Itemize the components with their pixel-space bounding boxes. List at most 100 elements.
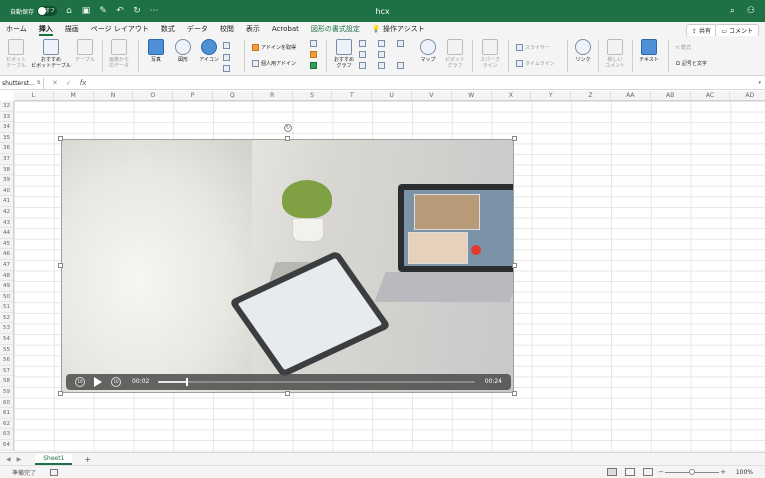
resize-handle[interactable]: [58, 263, 63, 268]
table-button[interactable]: テーブル: [74, 39, 96, 63]
column-header[interactable]: T: [332, 91, 373, 100]
resize-handle[interactable]: [285, 391, 290, 396]
page-layout-view-icon[interactable]: [625, 468, 635, 476]
screenshot-button[interactable]: [223, 65, 230, 72]
3d-model-button[interactable]: [223, 42, 230, 49]
row-header[interactable]: 41: [0, 196, 13, 207]
row-header[interactable]: 58: [0, 376, 13, 388]
skip-back-icon[interactable]: 10: [75, 377, 85, 387]
row-header[interactable]: 44: [0, 228, 13, 239]
normal-view-icon[interactable]: [607, 468, 617, 476]
column-header[interactable]: U: [372, 91, 412, 100]
function-icon[interactable]: fx: [80, 79, 87, 87]
shapes-button[interactable]: 図形: [172, 39, 194, 63]
my-addins-button[interactable]: 個人用アドイン: [252, 60, 296, 67]
row-header[interactable]: 36: [0, 143, 13, 154]
row-header[interactable]: 54: [0, 334, 13, 345]
column-header[interactable]: O: [133, 91, 174, 100]
formula-input[interactable]: [86, 78, 765, 89]
column-chart-button[interactable]: [359, 40, 366, 47]
scatter-chart-button[interactable]: [378, 62, 385, 69]
symbol-button[interactable]: Ω 記号と文字: [676, 60, 707, 68]
zoom-track[interactable]: [665, 468, 719, 475]
zoom-out-icon[interactable]: −: [657, 468, 665, 476]
hierarchy-chart-button[interactable]: [378, 51, 385, 58]
seek-thumb[interactable]: [185, 378, 188, 386]
resize-handle[interactable]: [512, 263, 517, 268]
row-header[interactable]: 64: [0, 440, 13, 451]
resize-handle[interactable]: [58, 391, 63, 396]
row-header[interactable]: 47: [0, 260, 13, 271]
row-header[interactable]: 55: [0, 345, 13, 356]
play-icon[interactable]: [94, 377, 102, 387]
new-comment-button[interactable]: 新しい コメント: [603, 39, 627, 69]
row-header[interactable]: 59: [0, 387, 13, 398]
column-header[interactable]: Y: [531, 91, 572, 100]
row-header[interactable]: 60: [0, 398, 13, 409]
row-header[interactable]: 40: [0, 186, 13, 197]
pictures-button[interactable]: 写真: [145, 39, 167, 63]
column-header[interactable]: S: [293, 91, 333, 100]
row-header[interactable]: 39: [0, 175, 13, 186]
sheet-tab[interactable]: Sheet1: [35, 453, 73, 465]
tab-formulas[interactable]: 数式: [161, 22, 175, 36]
zoom-level[interactable]: 100%: [736, 469, 753, 476]
row-header[interactable]: 46: [0, 249, 13, 260]
sparklines-button[interactable]: スパーク ライン: [477, 39, 503, 69]
tab-review[interactable]: 校閲: [220, 22, 234, 36]
text-button[interactable]: テキスト: [637, 39, 661, 63]
tab-page-layout[interactable]: ページ レイアウト: [91, 22, 149, 36]
icons-button[interactable]: アイコン: [197, 39, 221, 63]
tell-me[interactable]: 💡 操作アシスト: [372, 22, 425, 36]
row-header[interactable]: 61: [0, 408, 13, 419]
edit-icon[interactable]: ✎: [98, 6, 108, 16]
row-header[interactable]: 50: [0, 292, 13, 303]
column-header[interactable]: Q: [213, 91, 253, 100]
home-icon[interactable]: ⌂: [64, 6, 74, 16]
row-header[interactable]: 53: [0, 323, 13, 335]
next-sheet-icon[interactable]: ▶: [17, 456, 22, 463]
tab-acrobat[interactable]: Acrobat: [272, 22, 299, 36]
column-header[interactable]: M: [54, 91, 94, 100]
get-addins-button[interactable]: アドインを取得: [252, 44, 296, 51]
resize-handle[interactable]: [58, 136, 63, 141]
prev-sheet-icon[interactable]: ◀: [6, 456, 11, 463]
link-button[interactable]: リンク: [572, 39, 594, 63]
slicer-button[interactable]: スライサー: [516, 44, 550, 51]
column-header[interactable]: AD: [730, 91, 765, 100]
pivot-chart-button[interactable]: ピボット グラフ: [442, 39, 468, 69]
resize-handle[interactable]: [512, 136, 517, 141]
recommended-pivot-button[interactable]: おすすめ ピボットテーブル: [30, 39, 72, 69]
tab-draw[interactable]: 描画: [65, 22, 79, 36]
column-header[interactable]: N: [94, 91, 134, 100]
expand-formula-icon[interactable]: ▾: [758, 80, 761, 86]
zoom-knob[interactable]: [689, 468, 695, 475]
row-header[interactable]: 49: [0, 281, 13, 292]
seek-bar[interactable]: [158, 378, 475, 386]
combo-chart-button[interactable]: [397, 62, 404, 69]
equation-button[interactable]: π 数式: [676, 44, 691, 52]
add-sheet-icon[interactable]: +: [84, 455, 91, 464]
save-icon[interactable]: ▣: [81, 6, 91, 16]
cancel-icon[interactable]: ✕: [52, 79, 58, 87]
excel-addin-button[interactable]: [310, 62, 317, 69]
visio-button[interactable]: [310, 51, 317, 58]
undo-icon[interactable]: ↶: [115, 6, 125, 16]
maps-button[interactable]: マップ: [417, 39, 439, 63]
column-header[interactable]: W: [452, 91, 492, 100]
row-header[interactable]: 45: [0, 239, 13, 250]
row-header[interactable]: 63: [0, 429, 13, 440]
row-header[interactable]: 48: [0, 271, 13, 282]
autosave-toggle[interactable]: オフ: [37, 6, 58, 16]
row-header[interactable]: 42: [0, 207, 13, 218]
column-header[interactable]: AA: [611, 91, 651, 100]
row-header[interactable]: 51: [0, 302, 13, 313]
column-header[interactable]: P: [173, 91, 213, 100]
row-header[interactable]: 43: [0, 218, 13, 229]
stepper-icon[interactable]: ⇅: [37, 78, 41, 89]
timeline-button[interactable]: タイムライン: [516, 60, 555, 67]
pivot-table-button[interactable]: ピボット テーブル: [4, 39, 28, 69]
zoom-slider[interactable]: − +: [657, 468, 727, 476]
confirm-icon[interactable]: ✓: [66, 79, 72, 87]
redo-icon[interactable]: ↻: [132, 6, 142, 16]
